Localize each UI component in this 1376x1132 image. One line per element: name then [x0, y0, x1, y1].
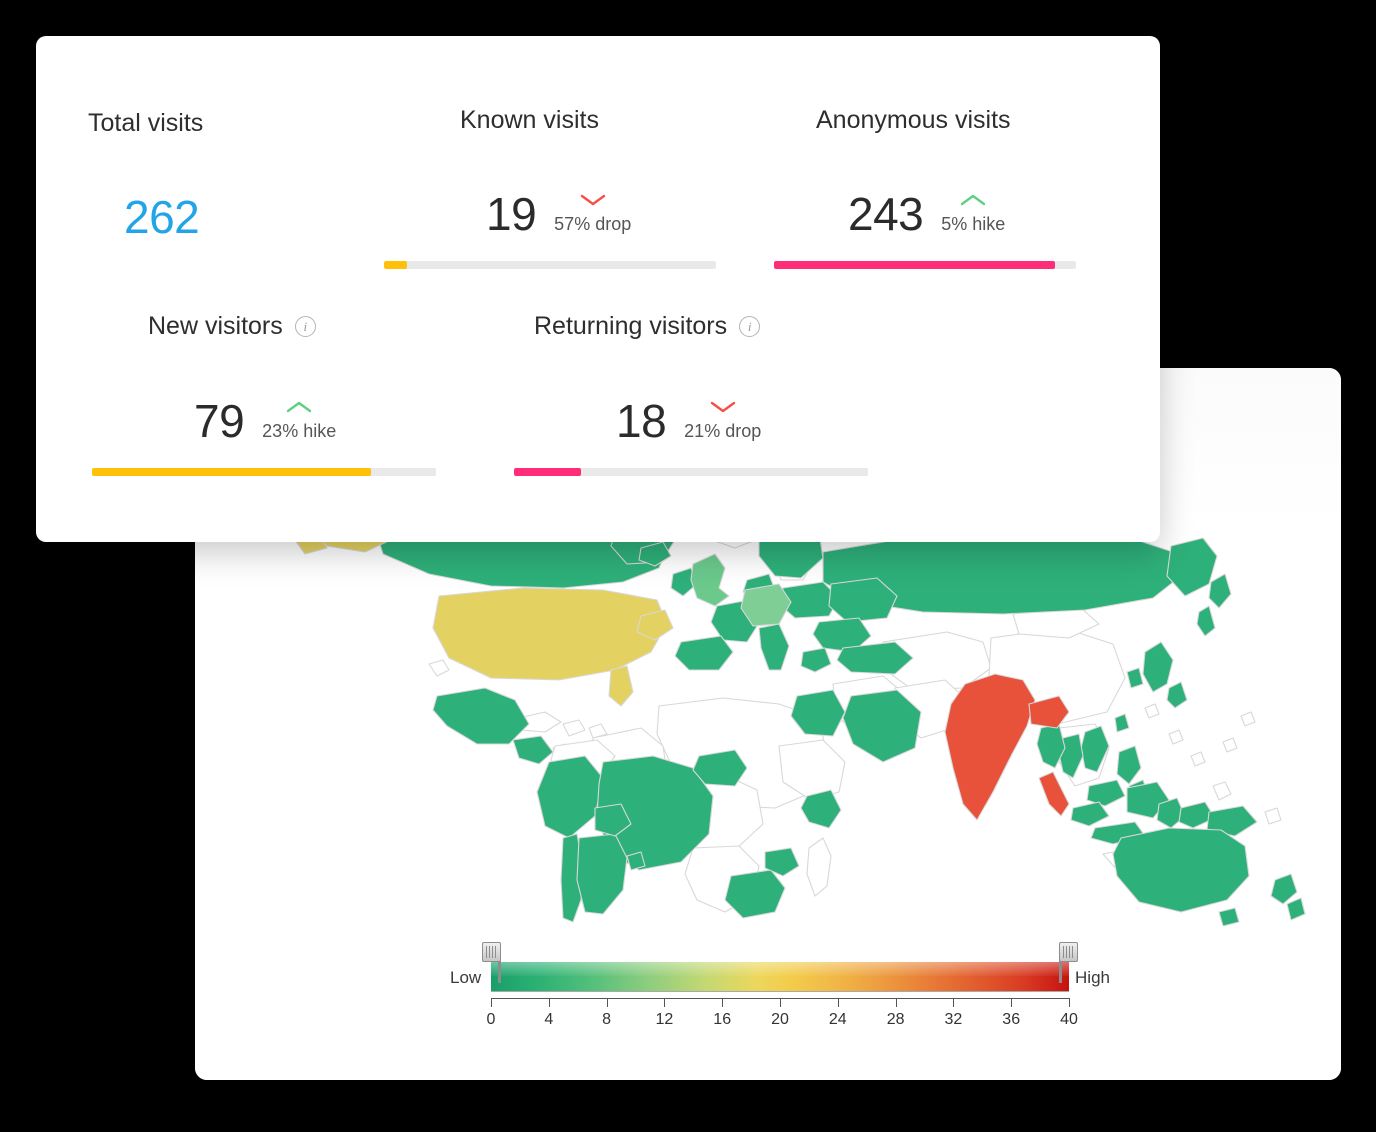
info-icon[interactable]: i	[739, 316, 761, 337]
stat-figure-anonymous-visits: 243 5% hike	[848, 191, 1005, 237]
legend-tick-label: 0	[486, 1011, 496, 1028]
progress-fill-returning-visitors	[514, 468, 582, 476]
legend-tick-label: 16	[713, 1011, 732, 1028]
legend-tick	[953, 998, 955, 1007]
legend-tick-label: 40	[1060, 1011, 1078, 1028]
stat-title-text: Anonymous visits	[816, 106, 1011, 134]
stat-delta-new-visitors: 23% hike	[262, 401, 337, 444]
stat-title-text: Total visits	[88, 109, 204, 137]
legend-tick	[1011, 998, 1013, 1007]
legend-tick	[548, 998, 550, 1007]
progress-fill-new-visitors	[92, 468, 371, 476]
stat-delta-text: 5% hike	[941, 214, 1006, 234]
visitor-stats-card: Total visits 262 Known visits 19 57% drop Ano…	[36, 36, 1160, 542]
map-color-legend[interactable]: Low High 0 4 8 12 16 20 24 28 32 36 40	[450, 940, 1110, 1050]
arrow-down-icon	[580, 193, 606, 207]
stat-value-anonymous-visits: 243	[848, 188, 924, 240]
stat-value-new-visitors: 79	[194, 395, 245, 447]
stat-delta-text: 57% drop	[554, 214, 632, 234]
legend-slider-handle-high[interactable]	[1059, 942, 1078, 983]
legend-tick	[1069, 998, 1070, 1007]
slider-grip-icon	[482, 942, 501, 962]
legend-slider-handle-low[interactable]	[482, 942, 501, 983]
slider-stem	[498, 961, 501, 983]
legend-tick	[606, 998, 608, 1007]
stat-delta-text: 21% drop	[684, 421, 762, 441]
legend-tick	[780, 998, 781, 1007]
stat-delta-known-visits: 57% drop	[554, 194, 632, 237]
legend-high-label: High	[1075, 968, 1110, 987]
stat-delta-text: 23% hike	[262, 421, 337, 441]
slider-grip-icon	[1059, 942, 1078, 962]
slider-stem	[1059, 961, 1062, 983]
legend-tick	[895, 998, 897, 1007]
progress-track-known-visits	[384, 261, 716, 269]
legend-tick-label: 4	[544, 1011, 554, 1028]
arrow-up-icon	[286, 400, 312, 414]
legend-tick	[664, 998, 666, 1007]
stat-figure-returning-visitors: 18 21% drop	[616, 398, 761, 444]
arrow-down-icon	[710, 400, 736, 414]
legend-tick-label: 28	[886, 1011, 905, 1028]
legend-tick-label: 8	[602, 1011, 612, 1028]
stat-title-returning-visitors: Returning visitors i	[534, 312, 761, 340]
legend-bar-row: Low High	[450, 940, 1110, 992]
dashboard-stage: Low High 0 4 8 12 16 20 24 28 32 36 40 T…	[0, 0, 1376, 1132]
legend-tick	[491, 998, 492, 1007]
legend-tick-label: 36	[1002, 1011, 1021, 1028]
progress-fill-known-visits	[384, 261, 408, 269]
progress-track-returning-visitors	[514, 468, 868, 476]
progress-fill-anonymous-visits	[774, 261, 1055, 269]
stat-value-returning-visitors: 18	[616, 395, 667, 447]
stat-value-known-visits: 19	[486, 188, 537, 240]
stat-figure-total-visits: 262	[124, 191, 200, 243]
legend-tick-label: 12	[655, 1011, 674, 1028]
stat-title-anonymous-visits: Anonymous visits	[816, 108, 1011, 133]
progress-track-anonymous-visits	[774, 261, 1076, 269]
legend-axis: 0 4 8 12 16 20 24 28 32 36 40	[487, 998, 1078, 1046]
legend-tick-label: 20	[771, 1011, 789, 1028]
stat-title-text: New visitors	[148, 312, 283, 340]
stat-title-new-visitors: New visitors i	[148, 314, 316, 339]
stat-delta-anonymous-visits: 5% hike	[941, 194, 1006, 237]
legend-tick	[837, 998, 839, 1007]
stat-figure-known-visits: 19 57% drop	[486, 191, 631, 237]
map-countries-low	[372, 475, 1306, 926]
arrow-up-icon	[960, 193, 986, 207]
stat-delta-returning-visitors: 21% drop	[684, 401, 762, 444]
progress-track-new-visitors	[92, 468, 436, 476]
legend-tick	[722, 998, 724, 1007]
stat-title-total-visits: Total visits	[88, 111, 203, 136]
stat-title-known-visits: Known visits	[460, 108, 599, 133]
stat-figure-new-visitors: 79 23% hike	[194, 398, 336, 444]
legend-tick-label: 24	[828, 1011, 847, 1028]
stat-title-text: Known visits	[460, 106, 599, 134]
legend-low-label: Low	[450, 968, 482, 987]
stat-value-total-visits: 262	[124, 191, 200, 243]
stat-title-text: Returning visitors	[534, 312, 728, 340]
legend-gradient-bar[interactable]	[491, 962, 1069, 992]
info-icon[interactable]: i	[294, 316, 316, 337]
legend-tick-label: 32	[944, 1011, 963, 1028]
